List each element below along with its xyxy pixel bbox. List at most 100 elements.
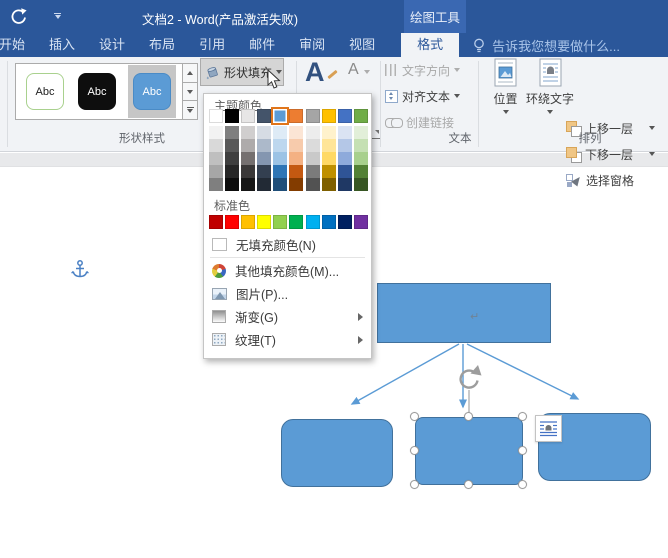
- theme-variant-swatch[interactable]: [241, 139, 256, 152]
- theme-variant-swatch[interactable]: [257, 178, 272, 191]
- gallery-scroll-down-icon[interactable]: [183, 82, 197, 102]
- theme-variant-swatch[interactable]: [209, 152, 223, 165]
- shape-fill-button[interactable]: 形状填充: [200, 58, 284, 86]
- fill-menu-item-3[interactable]: 渐变(G): [204, 305, 371, 328]
- theme-variant-swatch[interactable]: [353, 165, 368, 178]
- tab-7[interactable]: 视图: [337, 33, 387, 57]
- theme-variant-swatch[interactable]: [289, 165, 304, 178]
- theme-variant-swatch[interactable]: [337, 178, 352, 191]
- tab-8[interactable]: 格式: [401, 33, 460, 57]
- theme-variant-swatch[interactable]: [337, 152, 352, 165]
- selection-handle[interactable]: [518, 412, 527, 421]
- theme-variant-swatch[interactable]: [273, 139, 288, 152]
- theme-variant-swatch[interactable]: [321, 178, 336, 191]
- standard-color-swatch[interactable]: [289, 215, 304, 229]
- theme-variant-swatch[interactable]: [225, 152, 240, 165]
- theme-variant-swatch[interactable]: [305, 139, 320, 152]
- fill-menu-item-2[interactable]: 图片(P)...: [204, 282, 371, 305]
- text-group-button-1[interactable]: 对齐文本: [385, 86, 461, 106]
- theme-variant-swatch[interactable]: [273, 152, 288, 165]
- theme-variant-swatch[interactable]: [257, 165, 272, 178]
- gallery-more-icon[interactable]: [183, 101, 197, 120]
- text-group-button-0[interactable]: 文字方向: [385, 60, 461, 80]
- standard-color-swatch[interactable]: [241, 215, 256, 229]
- theme-color-swatch[interactable]: [225, 109, 240, 123]
- theme-variant-swatch[interactable]: [289, 126, 304, 139]
- theme-variant-swatch[interactable]: [257, 152, 272, 165]
- standard-color-swatch[interactable]: [337, 215, 352, 229]
- customize-qat-icon[interactable]: [54, 12, 61, 20]
- theme-variant-swatch[interactable]: [353, 178, 368, 191]
- theme-variant-swatch[interactable]: [225, 165, 240, 178]
- tab-6[interactable]: 审阅: [287, 33, 337, 57]
- theme-variant-swatch[interactable]: [337, 165, 352, 178]
- theme-variant-swatch[interactable]: [209, 178, 223, 191]
- theme-color-swatch[interactable]: [271, 107, 290, 125]
- tab-0[interactable]: 开始: [0, 33, 37, 57]
- selection-handle[interactable]: [518, 480, 527, 489]
- theme-variant-swatch[interactable]: [209, 126, 223, 139]
- tell-me-box[interactable]: 告诉我您想要做什么...: [473, 33, 620, 57]
- tab-5[interactable]: 邮件: [237, 33, 287, 57]
- standard-color-swatch[interactable]: [209, 215, 223, 229]
- theme-variant-swatch[interactable]: [305, 126, 320, 139]
- text-group-button-2[interactable]: 创建链接: [385, 112, 454, 132]
- theme-variant-swatch[interactable]: [337, 126, 352, 139]
- selection-handle[interactable]: [464, 480, 473, 489]
- theme-variant-swatch[interactable]: [337, 139, 352, 152]
- theme-variant-swatch[interactable]: [273, 126, 288, 139]
- shape-style-item-1[interactable]: Abc: [78, 73, 116, 110]
- flowchart-top-rectangle[interactable]: [377, 283, 551, 343]
- theme-color-swatch[interactable]: [257, 109, 272, 123]
- selection-handle[interactable]: [410, 412, 419, 421]
- selection-handle[interactable]: [518, 446, 527, 455]
- theme-variant-swatch[interactable]: [257, 139, 272, 152]
- theme-color-swatch[interactable]: [289, 109, 304, 123]
- theme-variant-swatch[interactable]: [257, 126, 272, 139]
- theme-variant-swatch[interactable]: [209, 139, 223, 152]
- gallery-scroll-up-icon[interactable]: [183, 64, 197, 83]
- theme-variant-swatch[interactable]: [241, 165, 256, 178]
- redo-icon[interactable]: [8, 6, 28, 26]
- theme-variant-swatch[interactable]: [321, 165, 336, 178]
- position-button[interactable]: 位置: [487, 58, 524, 134]
- fill-menu-item-1[interactable]: 其他填充颜色(M)...: [204, 259, 371, 282]
- theme-color-swatch[interactable]: [305, 109, 320, 123]
- tab-3[interactable]: 布局: [137, 33, 187, 57]
- theme-color-swatch[interactable]: [337, 109, 352, 123]
- theme-color-swatch[interactable]: [209, 109, 223, 123]
- standard-color-swatch[interactable]: [257, 215, 272, 229]
- arrange-button-2[interactable]: 选择窗格: [566, 170, 634, 190]
- theme-variant-swatch[interactable]: [321, 152, 336, 165]
- theme-color-swatch[interactable]: [353, 109, 368, 123]
- shape-style-item-0[interactable]: Abc: [26, 73, 64, 110]
- theme-variant-swatch[interactable]: [289, 139, 304, 152]
- standard-color-swatch[interactable]: [353, 215, 368, 229]
- theme-variant-swatch[interactable]: [241, 152, 256, 165]
- theme-variant-swatch[interactable]: [209, 165, 223, 178]
- theme-variant-swatch[interactable]: [353, 152, 368, 165]
- theme-variant-swatch[interactable]: [321, 139, 336, 152]
- theme-variant-swatch[interactable]: [225, 139, 240, 152]
- wordart-styles-icon[interactable]: A: [305, 57, 325, 88]
- theme-variant-swatch[interactable]: [225, 178, 240, 191]
- theme-variant-swatch[interactable]: [241, 126, 256, 139]
- arrange-button-1[interactable]: 下移一层: [566, 144, 655, 164]
- tab-4[interactable]: 引用: [187, 33, 237, 57]
- theme-variant-swatch[interactable]: [353, 139, 368, 152]
- theme-color-swatch[interactable]: [321, 109, 336, 123]
- theme-variant-swatch[interactable]: [241, 178, 256, 191]
- fill-menu-item-4[interactable]: 纹理(T): [204, 328, 371, 351]
- flowchart-box-1[interactable]: [415, 417, 523, 485]
- standard-color-swatch[interactable]: [225, 215, 240, 229]
- theme-variant-swatch[interactable]: [289, 152, 304, 165]
- tab-2[interactable]: 设计: [87, 33, 137, 57]
- selection-handle[interactable]: [410, 446, 419, 455]
- theme-variant-swatch[interactable]: [353, 126, 368, 139]
- layout-options-button[interactable]: [535, 415, 562, 442]
- standard-color-swatch[interactable]: [305, 215, 320, 229]
- tab-1[interactable]: 插入: [37, 33, 87, 57]
- standard-color-swatch[interactable]: [273, 215, 288, 229]
- theme-variant-swatch[interactable]: [305, 178, 320, 191]
- theme-variant-swatch[interactable]: [225, 126, 240, 139]
